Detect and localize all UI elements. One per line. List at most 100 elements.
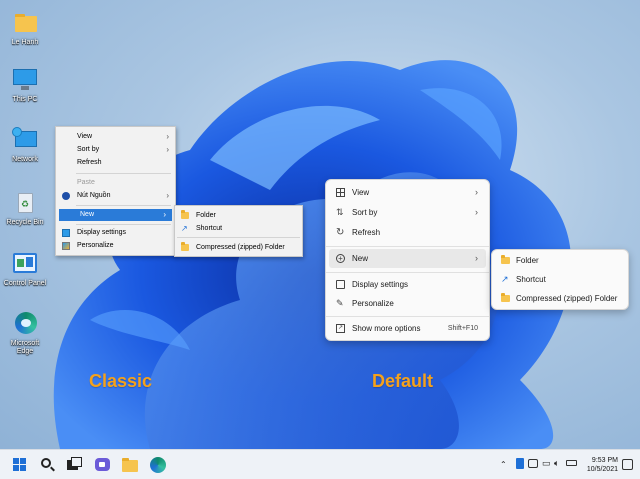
caption-classic: Classic — [89, 371, 153, 391]
default-menu-item-display-settings[interactable]: Display settings — [329, 275, 486, 294]
desktop-icon-control-panel[interactable]: Control Panel — [2, 251, 48, 288]
menu-separator — [76, 224, 171, 225]
menu-item-label: Personalize — [77, 242, 114, 249]
desktop-icon-label: Le Hanh — [11, 39, 39, 46]
task-view-icon[interactable] — [65, 456, 83, 474]
classic-submenu-item-shortcut[interactable]: ↗ Shortcut — [175, 222, 302, 235]
classic-submenu-item-compressed-folder[interactable]: Compressed (zipped) Folder — [175, 241, 302, 254]
brush-icon: ✎ — [336, 298, 344, 308]
monitor-icon — [11, 67, 39, 93]
default-context-menu: View › ⇅ Sort by › ↻ Refresh + New › Dis… — [325, 179, 490, 341]
classic-submenu-item-folder[interactable]: Folder — [175, 209, 302, 222]
default-new-submenu: Folder ↗ Shortcut Compressed (zipped) Fo… — [491, 249, 629, 310]
menu-item-label: Shortcut — [196, 225, 223, 232]
default-submenu-item-folder[interactable]: Folder — [495, 251, 625, 270]
control-panel-icon — [11, 251, 39, 277]
classic-menu-item-display-settings[interactable]: Display settings — [56, 227, 175, 239]
chevron-right-icon: › — [166, 132, 169, 141]
display-icon — [62, 229, 70, 237]
volume-icon[interactable]: 🔈︎ — [554, 458, 559, 469]
menu-item-label: Sort by — [77, 146, 100, 153]
menu-item-label: Nút Nguồn — [77, 192, 111, 199]
classic-menu-item-refresh[interactable]: Refresh — [56, 157, 175, 169]
clock[interactable]: 9:53 PM 10/5/2021 — [578, 456, 618, 474]
menu-item-label: Refresh — [77, 159, 102, 166]
menu-separator — [177, 237, 300, 238]
menu-item-label: View — [352, 188, 370, 197]
chevron-up-icon[interactable]: ⌃ — [500, 460, 507, 469]
default-menu-item-new[interactable]: + New › — [329, 249, 486, 268]
classic-menu-item-personalize[interactable]: Personalize — [56, 240, 175, 252]
classic-context-menu: View › Sort by › Refresh Paste Nút Nguồn… — [55, 126, 176, 256]
chat-icon[interactable] — [93, 456, 111, 474]
desktop-icon-this-pc[interactable]: This PC — [2, 67, 48, 104]
classic-menu-item-paste: Paste — [56, 177, 175, 189]
edge-icon[interactable] — [149, 456, 167, 474]
menu-separator — [76, 173, 171, 174]
grid-icon — [336, 188, 345, 197]
start-icon[interactable] — [11, 456, 29, 474]
desktop[interactable]: Le Hanh This PC Network ♻ Recycle Bin Co… — [0, 0, 640, 449]
classic-menu-item-new[interactable]: New › — [59, 209, 172, 221]
menu-separator — [326, 316, 489, 317]
search-icon[interactable] — [38, 456, 56, 474]
plus-circle-icon: + — [336, 254, 345, 263]
menu-item-label: Shortcut — [516, 275, 546, 284]
default-menu-item-show-more-options[interactable]: ↗ Show more options Shift+F10 — [329, 319, 486, 338]
desktop-icon-label: Network — [12, 156, 38, 163]
classic-menu-item-nut-nguon[interactable]: Nút Nguồn › — [56, 190, 175, 202]
menu-separator — [326, 272, 489, 273]
sort-icon: ⇅ — [336, 207, 344, 217]
chevron-right-icon: › — [475, 207, 478, 217]
menu-item-label: Sort by — [352, 208, 378, 217]
folder-icon — [501, 255, 510, 264]
menu-item-label: Compressed (zipped) Folder — [516, 294, 618, 303]
default-submenu-item-compressed-folder[interactable]: Compressed (zipped) Folder — [495, 289, 625, 308]
app-tray-icon[interactable] — [516, 458, 524, 469]
desktop-icon-recycle-bin[interactable]: ♻ Recycle Bin — [2, 190, 48, 227]
default-submenu-item-shortcut[interactable]: ↗ Shortcut — [495, 270, 625, 289]
display-icon — [336, 280, 345, 289]
menu-separator — [326, 246, 489, 247]
file-explorer-icon[interactable] — [121, 456, 139, 474]
desktop-icon-le-hanh[interactable]: Le Hanh — [2, 10, 48, 47]
tray-icon[interactable] — [528, 459, 538, 468]
taskbar: ⌃ ▭ 🔈︎ 9:53 PM 10/5/2021 — [0, 449, 640, 479]
menu-item-label: Compressed (zipped) Folder — [196, 244, 285, 251]
battery-icon[interactable] — [566, 460, 577, 466]
menu-item-label: New — [352, 254, 369, 263]
menu-item-label: Show more options — [352, 324, 421, 333]
default-menu-item-personalize[interactable]: ✎ Personalize — [329, 294, 486, 313]
desktop-icon-microsoft-edge[interactable]: Microsoft Edge — [2, 311, 48, 356]
menu-item-label: Folder — [196, 212, 216, 219]
desktop-icon-network[interactable]: Network — [2, 127, 48, 164]
default-menu-item-refresh[interactable]: ↻ Refresh — [329, 223, 486, 242]
network-icon — [11, 127, 39, 153]
desktop-icon-label: This PC — [12, 96, 38, 103]
notification-icon[interactable] — [622, 459, 633, 470]
shortcut-icon: ↗ — [181, 224, 188, 233]
power-icon — [62, 192, 70, 200]
classic-new-submenu: Folder ↗ Shortcut Compressed (zipped) Fo… — [174, 205, 303, 257]
menu-item-label: Personalize — [352, 299, 394, 308]
refresh-icon: ↻ — [336, 227, 345, 238]
menu-item-label: View — [77, 133, 93, 140]
classic-menu-item-view[interactable]: View › — [56, 131, 175, 143]
chevron-right-icon: › — [475, 187, 478, 197]
personalize-icon — [62, 242, 70, 250]
classic-menu-item-sort-by[interactable]: Sort by › — [56, 144, 175, 156]
desktop-icon-label: Microsoft Edge — [10, 340, 40, 355]
network-status-icon[interactable]: ▭ — [542, 458, 551, 469]
default-menu-item-sort-by[interactable]: ⇅ Sort by › — [329, 203, 486, 222]
clock-time: 9:53 PM — [591, 457, 618, 464]
desktop-icon-label: Recycle Bin — [6, 219, 44, 226]
clock-date: 10/5/2021 — [586, 466, 618, 473]
shortcut-icon: ↗ — [501, 274, 509, 284]
zip-folder-icon — [501, 293, 510, 302]
recycle-bin-icon: ♻ — [11, 190, 39, 216]
folder-icon — [11, 10, 39, 36]
chevron-right-icon: › — [166, 191, 169, 200]
menu-separator — [76, 205, 171, 206]
chevron-right-icon: › — [475, 253, 478, 263]
default-menu-item-view[interactable]: View › — [329, 183, 486, 202]
